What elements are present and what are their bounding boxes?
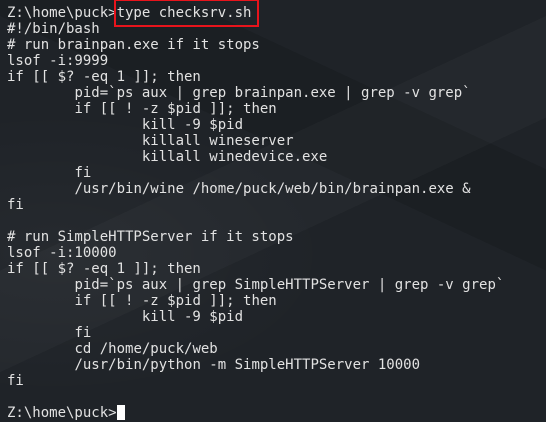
output-line: fi	[7, 373, 24, 389]
command-output: #!/bin/bash # run brainpan.exe if it stop…	[7, 21, 546, 405]
output-line: fi	[7, 165, 92, 181]
output-line: fi	[7, 197, 24, 213]
output-line: /usr/bin/python -m SimpleHTTPServer 1000…	[7, 357, 421, 373]
output-line: killall winedevice.exe	[7, 149, 328, 165]
output-line: if [[ $? -eq 1 ]]; then	[7, 69, 201, 85]
output-line: lsof -i:9999	[7, 53, 109, 69]
output-line: fi	[7, 325, 92, 341]
output-line: kill -9 $pid	[7, 309, 244, 325]
output-line: if [[ $? -eq 1 ]]; then	[7, 261, 201, 277]
output-line: if [[ ! -z $pid ]]; then	[7, 101, 277, 117]
prompt: Z:\home\puck>	[7, 5, 117, 21]
output-line: # run brainpan.exe if it stops	[7, 37, 260, 53]
output-line: pid=`ps aux | grep SimpleHTTPServer | gr…	[7, 277, 505, 293]
output-line: pid=`ps aux | grep brainpan.exe | grep -…	[7, 85, 471, 101]
output-line: /usr/bin/wine /home/puck/web/bin/brainpa…	[7, 181, 471, 197]
highlighted-command: type checksrv.sh	[113, 0, 260, 27]
output-line: if [[ ! -z $pid ]]; then	[7, 293, 277, 309]
output-line: kill -9 $pid	[7, 117, 244, 133]
output-line: cd /home/puck/web	[7, 341, 218, 357]
output-line: # run SimpleHTTPServer if it stops	[7, 229, 294, 245]
terminal[interactable]: Z:\home\puck>type checksrv.sh #!/bin/bas…	[7, 0, 546, 421]
final-prompt-line[interactable]: Z:\home\puck>	[7, 405, 546, 421]
command-line: Z:\home\puck>type checksrv.sh	[7, 0, 546, 27]
output-line: lsof -i:10000	[7, 245, 117, 261]
output-line: killall wineserver	[7, 133, 294, 149]
prompt: Z:\home\puck>	[7, 405, 117, 421]
text-cursor	[116, 405, 125, 420]
output-line: #!/bin/bash	[7, 21, 100, 37]
